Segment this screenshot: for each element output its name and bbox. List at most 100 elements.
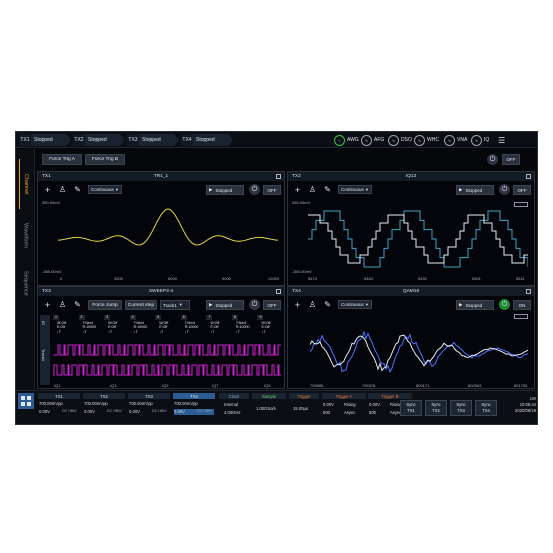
maximize-checkbox[interactable]	[526, 174, 531, 179]
clock-settings[interactable]: Clock Internal 4.00GHz	[219, 393, 249, 421]
add-icon[interactable]: +	[292, 184, 303, 195]
force-trig-a-button[interactable]: Force Trig A	[42, 154, 82, 165]
current-step-button[interactable]: Current step	[125, 300, 157, 310]
channel-tab-tx1[interactable]: TX1 Stopped	[19, 134, 71, 146]
sequence-step[interactable]: 6 T:Next R:10000 ↓T	[180, 315, 205, 339]
tab-waveform[interactable]: Waveform	[19, 213, 32, 258]
sync-channel: TX1	[407, 408, 415, 413]
play-icon: ▶	[209, 302, 213, 307]
chevron-down-icon: ▾	[365, 186, 369, 192]
panel-waveform-name: TR1_1	[153, 174, 169, 179]
app-window: TX1 Stopped TX2 Stopped TX3 Stopped TX4 Stop…	[15, 131, 538, 425]
power-icon[interactable]: ⏻	[499, 299, 510, 310]
sync-tx3-button[interactable]: Sync TX3	[450, 400, 472, 416]
tab-sequence[interactable]: Sequence	[19, 261, 32, 306]
run-mode-select[interactable]: Continuous ▾	[338, 300, 372, 309]
power-icon[interactable]: ⏻	[249, 299, 260, 310]
edit-icon[interactable]: ✎	[322, 299, 333, 310]
trigger-b-label: Trigger B	[368, 393, 412, 399]
tx3-settings[interactable]: TX3 700.00mVpp 0.00V DC HBW	[128, 393, 170, 421]
home-logo-icon[interactable]	[18, 393, 34, 409]
run-button[interactable]: ▶ Stopped	[456, 300, 494, 310]
force-trig-b-button[interactable]: Force Trig B	[85, 154, 125, 165]
run-button[interactable]: ▶ Stopped	[456, 185, 494, 195]
channel-status: Stopped	[193, 134, 233, 146]
trigger-a-settings[interactable]: Trigger A 0.00V 500 Rising Async	[322, 393, 366, 421]
side-tabs: Channel Waveform Sequence	[16, 149, 35, 390]
app-vna[interactable]: ∿ VNA	[444, 134, 467, 146]
app-whc[interactable]: ∿ WHC	[414, 134, 439, 146]
clear-icon[interactable]: ♙	[307, 184, 318, 195]
power-button[interactable]: ON	[513, 300, 531, 310]
power-button[interactable]: OFF	[263, 185, 281, 195]
power-button[interactable]: OFF	[263, 300, 281, 310]
run-mode-select[interactable]: Continuous ▾	[88, 185, 122, 194]
clear-icon[interactable]: ♙	[307, 299, 318, 310]
edit-icon[interactable]: ✎	[322, 184, 333, 195]
sync-channel: TX4	[482, 408, 490, 413]
maximize-checkbox[interactable]	[526, 289, 531, 294]
track-select[interactable]: Track1 ▾	[160, 300, 190, 310]
app-afg[interactable]: ∿ AFG	[361, 134, 384, 146]
sequence-step[interactable]: 7 W:Off E:Off ↓T	[206, 315, 230, 339]
tx2-settings[interactable]: TX2 700.00mVpp 0.00V DC HBW	[83, 393, 125, 421]
x-tick: IQ1	[54, 383, 61, 388]
app-awg[interactable]: ∿ AWG	[334, 134, 359, 146]
clear-icon[interactable]: ♙	[57, 299, 68, 310]
tab-channel[interactable]: Channel	[19, 159, 32, 209]
tx-coupling: DC HBW	[197, 409, 212, 413]
sequence-step[interactable]: 3 W:Off E:Off ↓T	[104, 315, 128, 339]
whc-icon: ∿	[414, 134, 425, 146]
add-icon[interactable]: +	[42, 299, 53, 310]
power-icon[interactable]: ⏻	[499, 184, 510, 195]
sync-tx4-button[interactable]: Sync TX4	[475, 400, 497, 416]
force-jump-button[interactable]: Force Jump	[88, 300, 122, 310]
app-iq[interactable]: ∿ IQ	[471, 134, 489, 146]
sequence-step[interactable]: 2 T:Next R:10000 ↓T	[78, 315, 103, 339]
app-dso[interactable]: ∿ DSO	[388, 134, 412, 146]
add-icon[interactable]: +	[42, 184, 53, 195]
run-mode-select[interactable]: Continuous ▾	[338, 185, 372, 194]
edit-icon[interactable]: ✎	[72, 299, 83, 310]
tx1-settings[interactable]: TX1 700.00mVpp 0.00V DC HBW	[38, 393, 80, 421]
app-label: IQ	[484, 137, 490, 143]
trigger-settings[interactable]: Trigger 15.00µs	[289, 393, 319, 421]
x-tick: 799585	[310, 383, 324, 388]
tx4-settings[interactable]: TX4 700.00mVpp 0.00V DC HBW	[173, 393, 215, 421]
master-power-button[interactable]: OFF	[502, 154, 520, 165]
power-icon[interactable]: ⏻	[249, 184, 260, 195]
clock-frequency: 4.00GHz	[224, 410, 241, 415]
tx-amplitude: 700.00mVpp	[84, 401, 108, 406]
sequence-step[interactable]: 5 W:Off E:Off ↓T	[155, 315, 179, 339]
sync-tx1-button[interactable]: Sync TX1	[400, 400, 422, 416]
sequence-step[interactable]: 9 W:Off E:Off ↓T	[257, 315, 281, 339]
sync-tx2-button[interactable]: Sync TX2	[425, 400, 447, 416]
iq-icon: ∿	[471, 134, 482, 146]
step-number: 4	[129, 315, 136, 320]
menu-icon[interactable]: ☰	[498, 134, 505, 146]
channel-tab-tx4[interactable]: TX4 Stopped	[181, 134, 233, 146]
power-button[interactable]: OFF	[513, 185, 531, 195]
channel-tab-tx3[interactable]: TX3 Stopped	[127, 134, 179, 146]
channel-tab-tx2[interactable]: TX2 Stopped	[73, 134, 125, 146]
sequence-step[interactable]: 1 W:Off E:Off ↓T	[53, 315, 77, 339]
step-number: 5	[155, 315, 162, 320]
panel-title: TX4 QAM16	[288, 287, 534, 296]
waveform-plot	[310, 330, 528, 374]
sync-channel: TX2	[432, 408, 440, 413]
edit-icon[interactable]: ✎	[72, 184, 83, 195]
run-button[interactable]: ▶ Stopped	[206, 300, 244, 310]
channel-panel-tx3: TX3 SWEEP3-4 + ♙ ✎ Force Jump Current ste…	[37, 286, 285, 389]
maximize-checkbox[interactable]	[276, 289, 281, 294]
x-tick: 800171	[416, 383, 430, 388]
add-icon[interactable]: +	[292, 299, 303, 310]
sequence-step[interactable]: 4 T:Next R:10000 ↓T	[129, 315, 154, 339]
master-power-icon[interactable]: ⏻	[487, 154, 498, 165]
maximize-checkbox[interactable]	[276, 174, 281, 179]
sequence-step[interactable]: 8 T:Next R:10000 ↓T	[231, 315, 256, 339]
select-value: Continuous	[341, 187, 364, 192]
clear-icon[interactable]: ♙	[57, 184, 68, 195]
trigger-time: 15.00µs	[293, 406, 308, 411]
sample-settings[interactable]: Sample 1.00GSa/s	[252, 393, 286, 421]
run-button[interactable]: ▶ Stopped	[206, 185, 244, 195]
